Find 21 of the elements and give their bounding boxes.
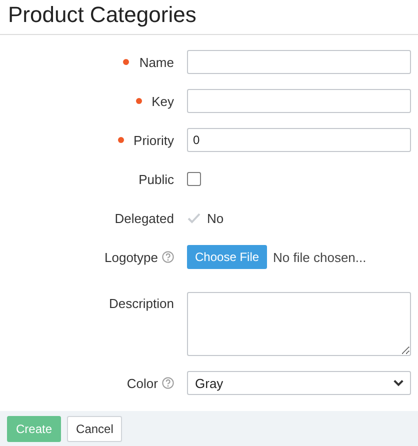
chevron-down-icon <box>393 379 404 387</box>
field-label: Logotype <box>104 250 158 264</box>
page-title: Product Categories <box>8 1 196 29</box>
text-field[interactable]: 0 <box>187 128 411 152</box>
file-status: No file chosen... <box>273 250 366 264</box>
select-dropdown[interactable]: Gray <box>187 371 411 395</box>
help-icon[interactable] <box>162 251 174 263</box>
field-label: Delegated <box>114 210 174 226</box>
text-area[interactable] <box>187 292 411 356</box>
field-label: Name <box>139 54 174 70</box>
text-field[interactable] <box>187 89 411 113</box>
field-label: Color <box>126 376 158 390</box>
field-label: Priority <box>134 132 174 148</box>
cancel-button[interactable]: Cancel <box>67 416 122 442</box>
field-label: Description <box>108 296 174 311</box>
help-icon[interactable] <box>162 377 174 389</box>
field-label: Public <box>138 172 174 186</box>
field-value: No <box>207 210 224 226</box>
field-label: Key <box>152 94 174 108</box>
text-field[interactable] <box>187 50 411 74</box>
checkbox[interactable] <box>187 172 201 186</box>
